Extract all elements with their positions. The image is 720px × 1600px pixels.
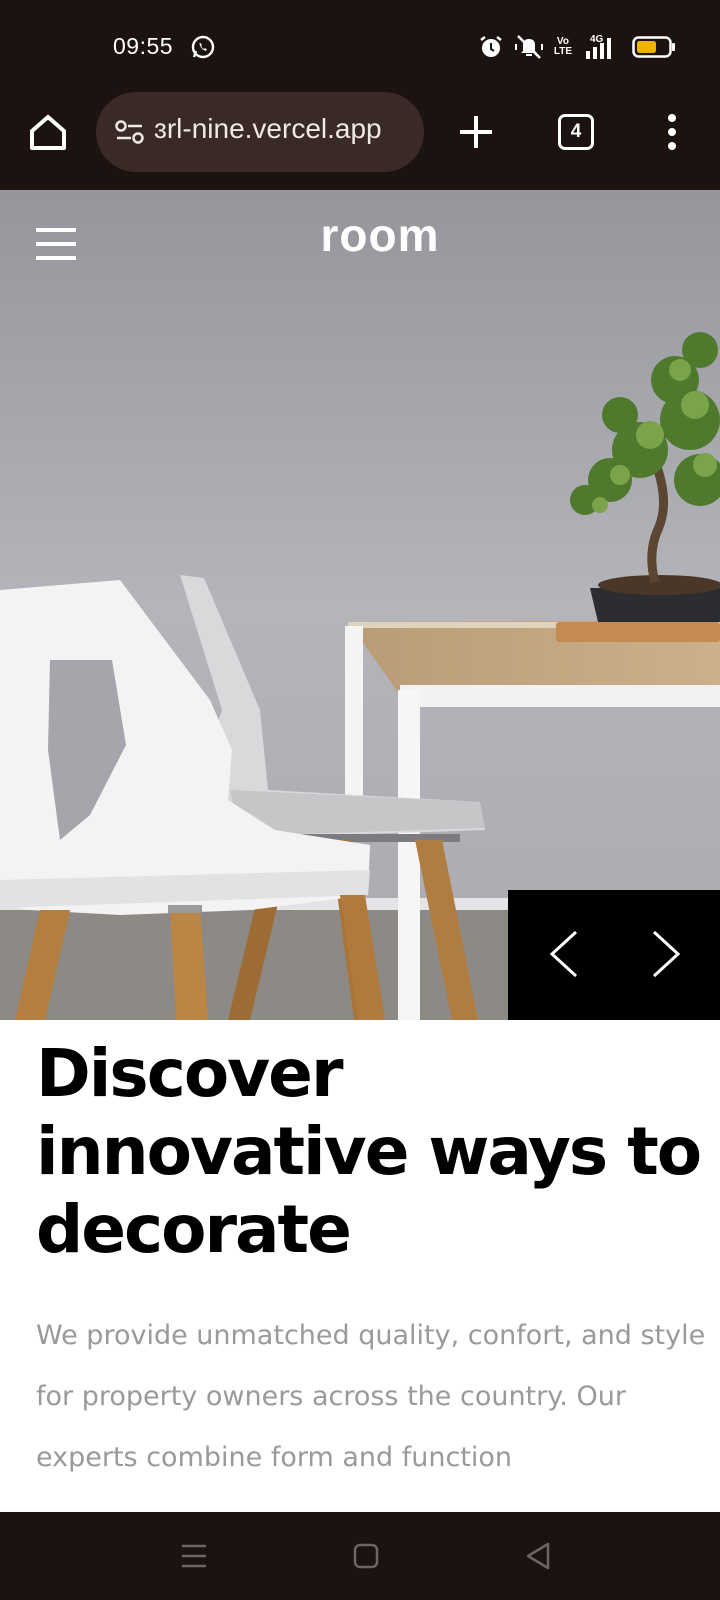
hero-image: room	[0, 190, 720, 1020]
back-icon[interactable]	[520, 1538, 556, 1574]
alarm-icon	[480, 36, 502, 57]
signal-icon: 4G	[586, 34, 611, 59]
status-bar: 09:55 Vo LTE 4G	[0, 0, 720, 90]
system-navigation-bar	[0, 1512, 720, 1600]
mute-vibrate-icon	[514, 35, 543, 59]
chevron-right-icon[interactable]	[636, 926, 692, 982]
site-settings-icon[interactable]	[114, 119, 146, 145]
status-icons: Vo LTE 4G	[478, 32, 676, 62]
volte-indicator: Vo LTE	[554, 37, 572, 57]
url-text[interactable]: ɜrl-nine.vercel.app	[154, 113, 414, 153]
home-icon[interactable]	[26, 110, 70, 154]
more-options-icon[interactable]	[660, 112, 684, 152]
web-page: room Discover innovative ways to decorat…	[0, 190, 720, 1512]
site-logo[interactable]: room	[0, 208, 720, 262]
status-time: 09:55	[113, 33, 174, 59]
volte-label: Vo LTE	[553, 36, 572, 57]
hero-headline: Discover innovative ways to decorate	[36, 1035, 702, 1268]
address-bar[interactable]: ɜrl-nine.vercel.app	[96, 92, 424, 172]
battery-icon	[632, 36, 675, 58]
browser-toolbar: ɜrl-nine.vercel.app 4	[0, 90, 720, 190]
whatsapp-notification-icon	[191, 35, 215, 59]
recents-icon[interactable]	[176, 1538, 212, 1574]
tab-switcher-button[interactable]: 4	[558, 114, 594, 150]
home-icon[interactable]	[348, 1538, 384, 1574]
hero-description: We provide unmatched quality, confort, a…	[36, 1320, 706, 1473]
new-tab-icon[interactable]	[456, 112, 496, 152]
slider-controls	[508, 890, 720, 1020]
chevron-left-icon[interactable]	[538, 926, 594, 982]
